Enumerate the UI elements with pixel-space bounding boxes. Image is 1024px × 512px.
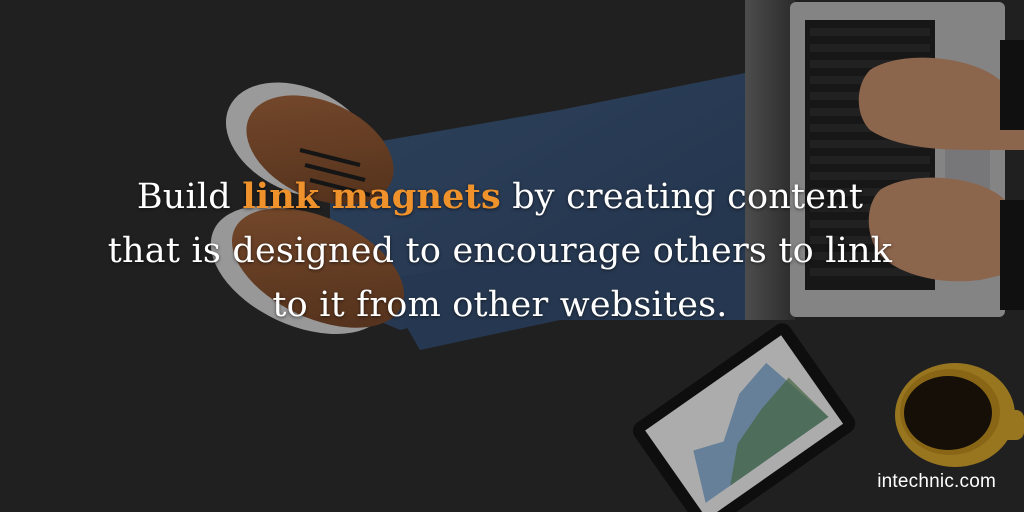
quote-text: Build link magnets by creating content t…: [60, 170, 940, 332]
quote-highlight: link magnets: [242, 176, 501, 217]
quote-line-3: to it from other websites.: [272, 285, 728, 325]
quote-line-1-after: by creating content: [500, 177, 864, 217]
brand-url: intechnic.com: [877, 471, 996, 492]
quote-line-1: Build link magnets by creating content: [60, 170, 940, 224]
quote-line-2: that is designed to encourage others to …: [107, 231, 893, 271]
hero-banner: Build link magnets by creating content t…: [0, 0, 1024, 512]
quote-line-1-before: Build: [136, 177, 243, 217]
